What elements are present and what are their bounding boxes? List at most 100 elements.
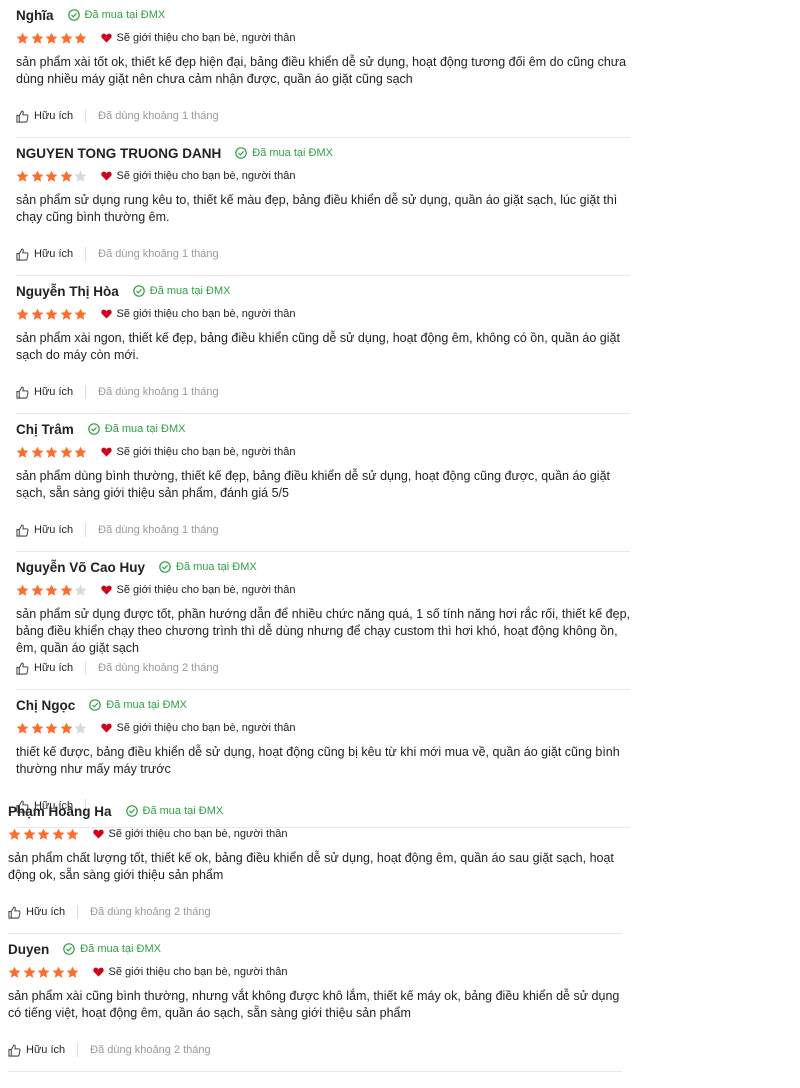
review-item: Phạm Hoàng Ha Đã mua tại ĐMX Sẽ giới thi… bbox=[8, 800, 622, 934]
review-list-top: Nghĩa Đã mua tại ĐMX Sẽ giới thiệu cho b… bbox=[16, 0, 630, 828]
star-rating bbox=[16, 308, 89, 321]
heart-icon bbox=[100, 447, 112, 457]
verified-purchase-badge: Đã mua tại ĐMX bbox=[125, 805, 224, 817]
star-filled-icon bbox=[45, 446, 58, 458]
recommend-label: Sẽ giới thiệu cho bạn bè, người thân bbox=[116, 446, 296, 458]
heart-icon bbox=[100, 171, 112, 181]
usage-duration: Đã dùng khoảng 1 tháng bbox=[98, 110, 219, 122]
helpful-button[interactable]: Hữu ích bbox=[16, 248, 73, 261]
footer-divider bbox=[77, 905, 79, 919]
heart-icon bbox=[100, 33, 112, 43]
footer-divider bbox=[85, 247, 87, 261]
reviewer-name: Nghĩa bbox=[16, 7, 54, 23]
check-circle-icon bbox=[132, 285, 145, 297]
check-circle-icon bbox=[89, 699, 102, 711]
star-filled-icon bbox=[74, 446, 87, 458]
helpful-button[interactable]: Hữu ích bbox=[16, 524, 73, 537]
verified-purchase-badge: Đã mua tại ĐMX bbox=[235, 147, 333, 159]
star-filled-icon bbox=[60, 446, 72, 458]
review-text: sản phẩm dùng bình thường, thiết kế đẹp,… bbox=[16, 469, 611, 500]
star-rating bbox=[8, 828, 81, 841]
heart-icon bbox=[100, 309, 112, 319]
review-text: sản phẩm xài ngon, thiết kế đẹp, bảng đi… bbox=[16, 331, 620, 362]
helpful-button[interactable]: Hữu ích bbox=[16, 386, 73, 399]
review-item: Nguyễn Thị Hòa Đã mua tại ĐMX Sẽ giới th… bbox=[16, 280, 630, 414]
verified-purchase-label: Đã mua tại ĐMX bbox=[104, 423, 186, 435]
recommend-label: Sẽ giới thiệu cho bạn bè, người thân bbox=[116, 32, 296, 44]
usage-duration: Đã dùng khoảng 1 tháng bbox=[98, 386, 219, 398]
star-filled-icon bbox=[45, 584, 58, 596]
recommend-badge: Sẽ giới thiệu cho bạn bè, người thân bbox=[92, 828, 288, 840]
star-filled-icon bbox=[74, 308, 87, 320]
review-item: Nghĩa Đã mua tại ĐMX Sẽ giới thiệu cho b… bbox=[16, 4, 630, 138]
review-text: sản phẩm xài tốt ok, thiết kế đẹp hiện đ… bbox=[16, 55, 627, 86]
star-filled-icon bbox=[60, 584, 72, 596]
verified-purchase-label: Đã mua tại ĐMX bbox=[80, 943, 161, 955]
verified-purchase-badge: Đã mua tại ĐMX bbox=[132, 285, 231, 297]
recommend-badge: Sẽ giới thiệu cho bạn bè, người thân bbox=[100, 308, 296, 320]
star-filled-icon bbox=[31, 446, 43, 458]
star-filled-icon bbox=[45, 722, 58, 734]
helpful-label: Hữu ích bbox=[34, 662, 74, 674]
star-filled-icon bbox=[37, 966, 50, 978]
star-filled-icon bbox=[23, 966, 35, 978]
helpful-label: Hữu ích bbox=[26, 906, 66, 918]
recommend-badge: Sẽ giới thiệu cho bạn bè, người thân bbox=[100, 722, 295, 734]
usage-duration: Đã dùng khoảng 1 tháng bbox=[98, 524, 219, 536]
star-filled-icon bbox=[16, 584, 29, 596]
reviewer-name: Duyen bbox=[8, 941, 50, 957]
verified-purchase-label: Đã mua tại ĐMX bbox=[149, 285, 231, 297]
verified-purchase-badge: Đã mua tại ĐMX bbox=[67, 9, 165, 21]
review-item: Duyen Đã mua tại ĐMX Sẽ giới thiệu cho b… bbox=[8, 938, 622, 1072]
reviewer-name: Nguyễn Thị Hòa bbox=[16, 283, 119, 299]
review-text: sản phẩm chất lượng tốt, thiết kế ok, bả… bbox=[8, 851, 614, 882]
star-filled-icon bbox=[74, 32, 87, 44]
star-rating bbox=[16, 584, 89, 597]
helpful-label: Hữu ích bbox=[34, 524, 74, 536]
recommend-label: Sẽ giới thiệu cho bạn bè, người thân bbox=[116, 308, 296, 320]
heart-icon bbox=[92, 829, 104, 839]
verified-purchase-label: Đã mua tại ĐMX bbox=[142, 805, 224, 817]
helpful-button[interactable]: Hữu ích bbox=[8, 1044, 65, 1057]
recommend-label: Sẽ giới thiệu cho bạn bè, người thân bbox=[116, 584, 296, 596]
check-circle-icon bbox=[87, 423, 100, 435]
star-filled-icon bbox=[8, 828, 21, 840]
footer-divider bbox=[85, 661, 87, 675]
footer-divider bbox=[77, 1043, 79, 1057]
verified-purchase-badge: Đã mua tại ĐMX bbox=[159, 561, 257, 573]
heart-icon bbox=[100, 723, 112, 733]
star-filled-icon bbox=[16, 32, 29, 44]
usage-duration: Đã dùng khoảng 2 tháng bbox=[90, 1044, 211, 1056]
verified-purchase-badge: Đã mua tại ĐMX bbox=[87, 423, 186, 435]
check-circle-icon bbox=[159, 561, 171, 573]
review-text: sản phẩm sử dụng rung kêu to, thiết kế m… bbox=[16, 193, 618, 224]
recommend-label: Sẽ giới thiệu cho bạn bè, người thân bbox=[108, 828, 288, 840]
star-filled-icon bbox=[31, 170, 43, 182]
star-filled-icon bbox=[37, 828, 50, 840]
reviewer-name: NGUYEN TONG TRUONG DANH bbox=[16, 145, 222, 161]
recommend-badge: Sẽ giới thiệu cho bạn bè, người thân bbox=[100, 584, 296, 596]
helpful-button[interactable]: Hữu ích bbox=[8, 906, 65, 919]
thumbs-up-icon bbox=[16, 110, 29, 123]
star-filled-icon bbox=[60, 722, 72, 734]
review-text: thiết kế được, bảng điều khiển dễ sử dụn… bbox=[16, 745, 620, 776]
usage-duration: Đã dùng khoảng 1 tháng bbox=[98, 248, 219, 260]
star-filled-icon bbox=[66, 966, 79, 978]
star-filled-icon bbox=[66, 828, 79, 840]
verified-purchase-badge: Đã mua tại ĐMX bbox=[63, 943, 161, 955]
check-circle-icon bbox=[67, 9, 80, 21]
star-filled-icon bbox=[31, 722, 43, 734]
star-empty-icon bbox=[74, 722, 87, 734]
star-empty-icon bbox=[74, 584, 87, 596]
helpful-button[interactable]: Hữu ích bbox=[16, 662, 73, 675]
recommend-badge: Sẽ giới thiệu cho bạn bè, người thân bbox=[92, 966, 287, 978]
verified-purchase-label: Đã mua tại ĐMX bbox=[252, 147, 333, 159]
check-circle-icon bbox=[235, 147, 248, 159]
review-item: NGUYEN TONG TRUONG DANH Đã mua tại ĐMX S… bbox=[16, 142, 630, 276]
star-rating bbox=[16, 446, 89, 459]
star-rating bbox=[16, 170, 89, 183]
review-item: Chị Trâm Đã mua tại ĐMX Sẽ giới thiệu ch… bbox=[16, 418, 630, 552]
star-rating bbox=[8, 966, 81, 979]
helpful-button[interactable]: Hữu ích bbox=[16, 110, 73, 123]
helpful-label: Hữu ích bbox=[34, 386, 74, 398]
